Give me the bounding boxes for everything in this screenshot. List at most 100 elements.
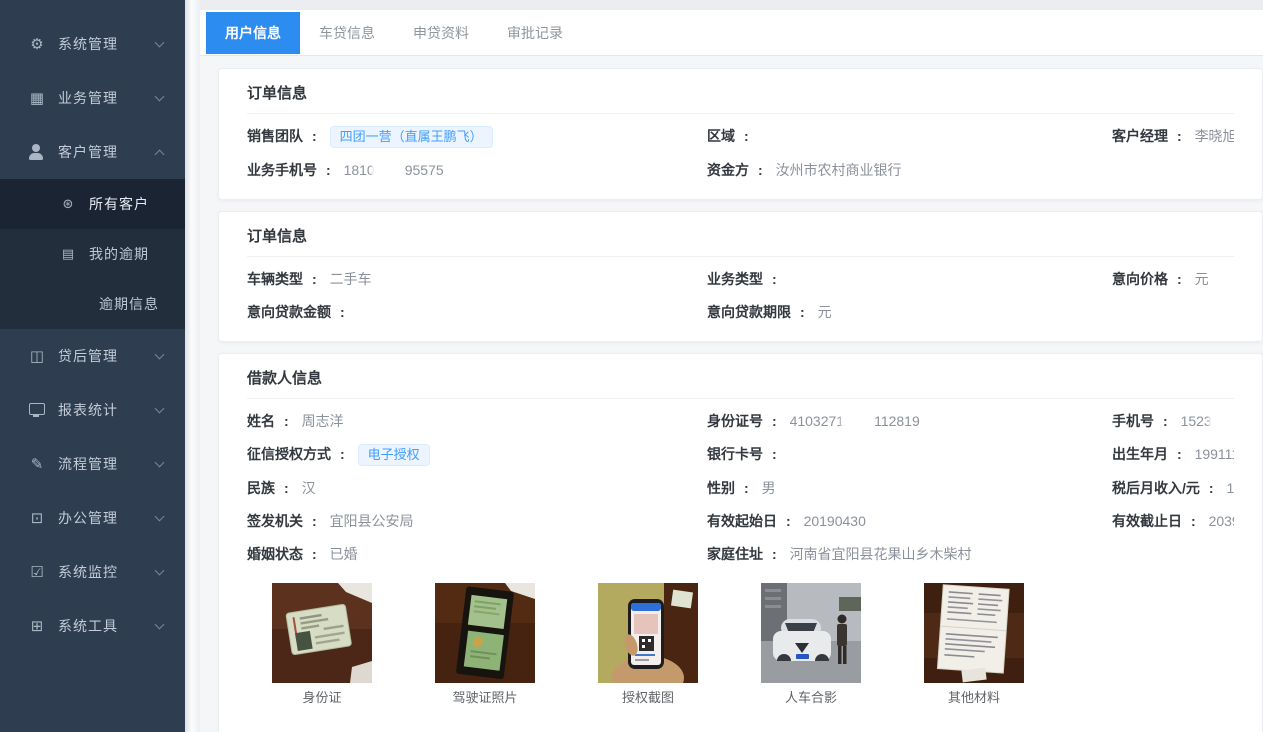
field-monthly-income: 税后月收入/元: 10000 bbox=[1112, 478, 1234, 499]
colon: : bbox=[1177, 446, 1182, 462]
photo-person-with-car[interactable]: 人车合影 bbox=[761, 583, 861, 706]
field-region: 区域: bbox=[707, 126, 1112, 148]
field-account-manager: 客户经理: 李晓旭 bbox=[1112, 126, 1234, 148]
colon: : bbox=[312, 271, 317, 287]
tab-car-loan-info[interactable]: 车贷信息 bbox=[300, 12, 394, 54]
sidebar-item-all-customers[interactable]: ⊛ 所有客户 bbox=[0, 179, 185, 229]
colon: : bbox=[1163, 413, 1168, 429]
sidebar-item-my-overdue[interactable]: ▤ 我的逾期 bbox=[0, 229, 185, 279]
person-car-photo bbox=[761, 583, 861, 683]
chevron-down-icon bbox=[155, 458, 165, 468]
field-business-type: 业务类型: bbox=[707, 269, 1112, 290]
photo-driver-license[interactable]: 驾驶证照片 bbox=[435, 583, 535, 706]
field-label: 婚姻状态 bbox=[247, 546, 303, 562]
field-intended-loan-term: 意向贷款期限: 元 bbox=[707, 302, 1112, 323]
photo-other-document[interactable]: 其他材料 bbox=[924, 583, 1024, 706]
sidebar-item-overdue-info[interactable]: 逾期信息 bbox=[0, 279, 185, 329]
sidebar-item-label: 系统管理 bbox=[58, 34, 118, 54]
driver-license-photo bbox=[435, 583, 535, 683]
sidebar-item-label: 我的逾期 bbox=[89, 244, 149, 264]
photo-caption: 授权截图 bbox=[598, 689, 698, 706]
sidebar-item-system-monitor[interactable]: ☑ 系统监控 bbox=[0, 545, 185, 599]
colon: : bbox=[772, 413, 777, 429]
sidebar-item-label: 业务管理 bbox=[58, 88, 118, 108]
photo-auth-screenshot[interactable]: 授权截图 bbox=[598, 583, 698, 706]
sidebar-item-process-management[interactable]: ✎ 流程管理 bbox=[0, 437, 185, 491]
field-value: 元 bbox=[818, 304, 832, 320]
sidebar-item-customer-management[interactable]: 客户管理 bbox=[0, 125, 185, 179]
field-value: 周志洋 bbox=[302, 413, 344, 429]
sidebar-item-label: 系统工具 bbox=[58, 616, 118, 636]
sales-team-tag[interactable]: 四团一营（直属王鹏飞） bbox=[330, 126, 493, 148]
field-value: 181095575 bbox=[344, 162, 444, 178]
field-label: 家庭住址 bbox=[707, 546, 763, 562]
photo-id-card[interactable]: 身份证 bbox=[272, 583, 372, 706]
colon: : bbox=[284, 480, 289, 496]
colon: : bbox=[744, 128, 749, 144]
sidebar-item-label: 逾期信息 bbox=[99, 294, 159, 314]
colon: : bbox=[340, 446, 345, 462]
tab-user-info[interactable]: 用户信息 bbox=[206, 12, 300, 54]
field-value: 20190430 bbox=[804, 513, 866, 529]
field-valid-to: 有效截止日: 20390430 bbox=[1112, 511, 1234, 532]
sidebar-item-post-loan-management[interactable]: ◫ 贷后管理 bbox=[0, 329, 185, 383]
field-label: 银行卡号 bbox=[707, 446, 763, 462]
colon: : bbox=[758, 162, 763, 178]
field-label: 性别 bbox=[707, 480, 735, 496]
chevron-up-icon bbox=[155, 149, 165, 159]
field-bank-card: 银行卡号: bbox=[707, 444, 1112, 466]
sidebar-item-label: 所有客户 bbox=[89, 194, 149, 214]
colon: : bbox=[1177, 271, 1182, 287]
sidebar-item-system-tools[interactable]: ⊞ 系统工具 bbox=[0, 599, 185, 653]
gear-icon: ⚙ bbox=[27, 35, 47, 53]
order-info-card: 订单信息 销售团队: 四团一营（直属王鹏飞） 区域: 客户经理: 李晓旭 业 bbox=[218, 68, 1263, 200]
colon: : bbox=[786, 513, 791, 529]
chevron-down-icon bbox=[155, 512, 165, 522]
detail-tabs: 用户信息 车贷信息 申贷资料 审批记录 bbox=[200, 10, 1263, 56]
sidebar-item-label: 报表统计 bbox=[58, 400, 118, 420]
field-ethnicity: 民族: 汉 bbox=[247, 478, 707, 499]
card-title: 订单信息 bbox=[247, 226, 1234, 248]
field-business-phone: 业务手机号: 181095575 bbox=[247, 160, 707, 181]
sidebar-item-system-management[interactable]: ⚙ 系统管理 bbox=[0, 17, 185, 71]
field-funder: 资金方: 汝州市农村商业银行 bbox=[707, 160, 1112, 181]
field-gender: 性别: 男 bbox=[707, 478, 1112, 499]
field-label: 车辆类型 bbox=[247, 271, 303, 287]
photo-caption: 人车合影 bbox=[761, 689, 861, 706]
sidebar-item-report-statistics[interactable]: 报表统计 bbox=[0, 383, 185, 437]
colon: : bbox=[312, 546, 317, 562]
field-label: 资金方 bbox=[707, 162, 749, 178]
sidebar-item-business-management[interactable]: ▦ 业务管理 bbox=[0, 71, 185, 125]
colon: : bbox=[326, 162, 331, 178]
document-icon: ▤ bbox=[58, 246, 78, 262]
card-title: 借款人信息 bbox=[247, 368, 1234, 390]
colon: : bbox=[800, 304, 805, 320]
colon: : bbox=[772, 446, 777, 462]
colon: : bbox=[772, 546, 777, 562]
office-icon: ⊡ bbox=[27, 509, 47, 527]
sidebar-item-office-management[interactable]: ⊡ 办公管理 bbox=[0, 491, 185, 545]
book-icon: ◫ bbox=[27, 347, 47, 365]
tools-icon: ⊞ bbox=[27, 617, 47, 635]
top-strip bbox=[200, 0, 1263, 10]
sidebar-scrollbar[interactable] bbox=[185, 0, 200, 732]
photo-caption: 身份证 bbox=[272, 689, 372, 706]
tab-loan-application-docs[interactable]: 申贷资料 bbox=[394, 12, 488, 54]
field-value: 19911111 bbox=[1195, 446, 1234, 462]
colon: : bbox=[744, 480, 749, 496]
credit-auth-tag: 电子授权 bbox=[358, 444, 430, 466]
tab-approval-records[interactable]: 审批记录 bbox=[488, 12, 582, 54]
grid-icon: ▦ bbox=[27, 89, 47, 107]
field-issuing-authority: 签发机关: 宜阳县公安局 bbox=[247, 511, 707, 532]
redaction-box bbox=[1212, 413, 1234, 429]
colon: : bbox=[1209, 480, 1214, 496]
field-label: 出生年月 bbox=[1112, 446, 1168, 462]
colon: : bbox=[1177, 128, 1182, 144]
field-value: 汝州市农村商业银行 bbox=[776, 162, 902, 178]
borrower-photos: 身份证 bbox=[247, 583, 1234, 706]
vehicle-info-card: 订单信息 车辆类型: 二手车 业务类型: 意向价格: 元 意向贷款金额: bbox=[218, 211, 1263, 342]
colon: : bbox=[772, 271, 777, 287]
field-vehicle-type: 车辆类型: 二手车 bbox=[247, 269, 707, 290]
field-label: 客户经理 bbox=[1112, 128, 1168, 144]
field-value: 元 bbox=[1195, 271, 1209, 287]
